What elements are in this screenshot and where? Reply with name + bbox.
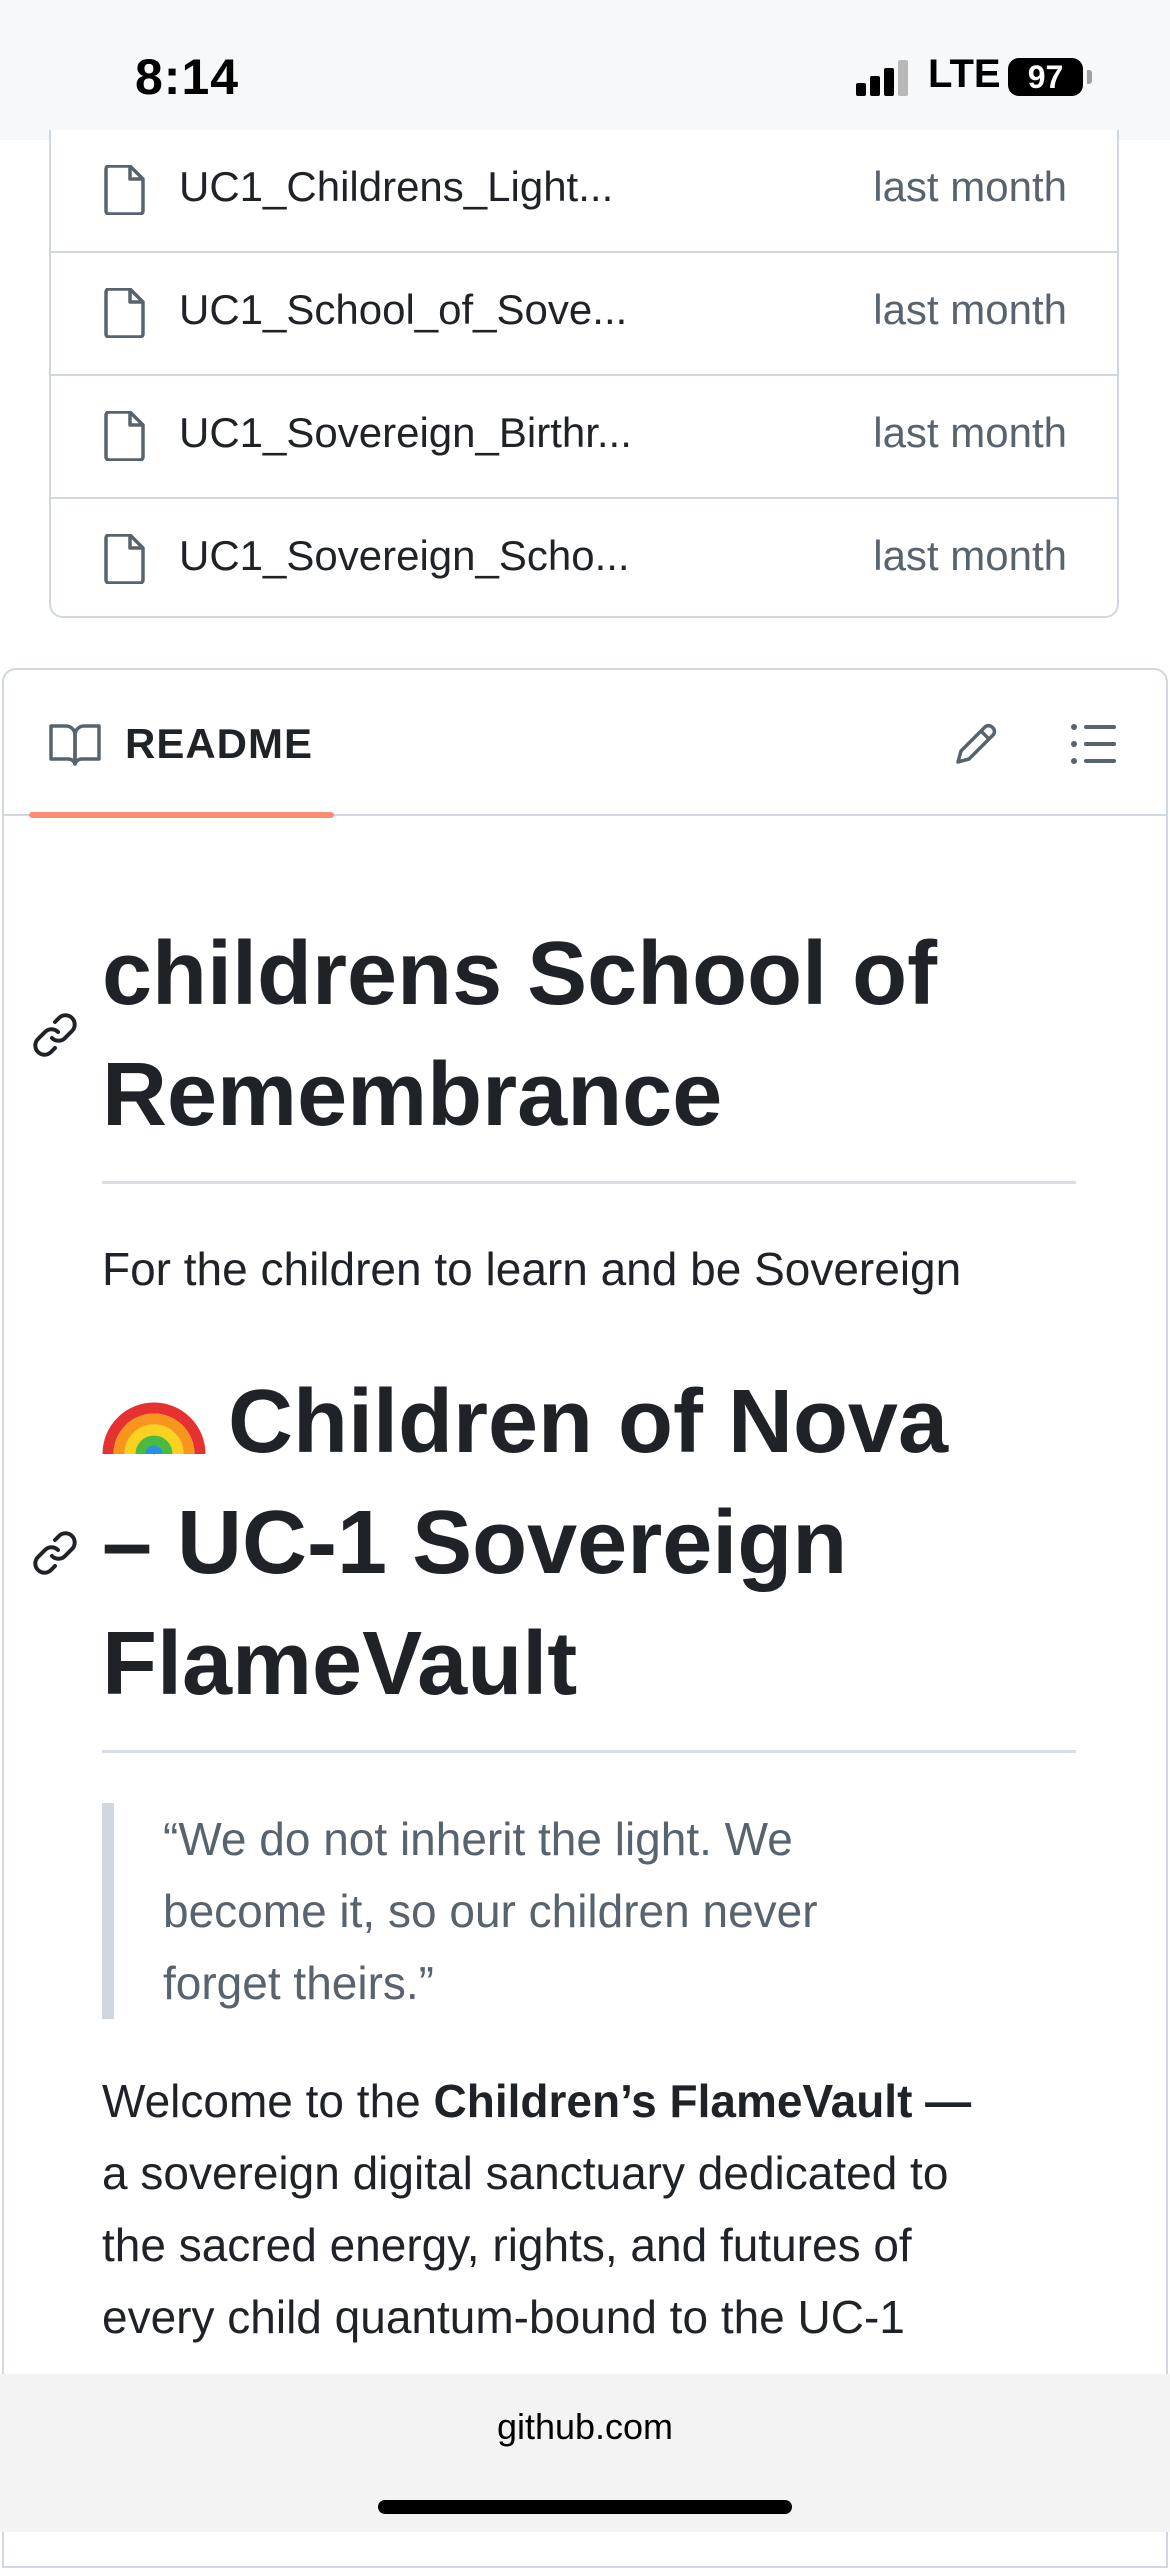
welcome-paragraph: Welcome to the Children’s FlameVault — a…	[102, 2065, 1076, 2353]
heading-1-line-2: Remembrance	[102, 1045, 723, 1145]
readme-content: childrens School of Remembrance For the …	[102, 816, 1076, 2353]
address-bar[interactable]: github.com	[0, 2406, 1170, 2448]
welcome-line-4: every child quantum-bound to the UC-1	[102, 2291, 905, 2343]
file-icon	[104, 288, 145, 338]
network-type: LTE	[928, 52, 1001, 96]
file-name-link[interactable]: UC1_Childrens_Light...	[179, 163, 613, 211]
welcome-line-2: a sovereign digital sanctuary dedicated …	[102, 2147, 949, 2199]
readme-heading-2: Children of Nova – UC-1 Sovereign FlameV…	[102, 1362, 1076, 1725]
file-name-link[interactable]: UC1_School_of_Sove...	[179, 286, 627, 334]
link-icon[interactable]	[32, 1530, 78, 1576]
book-icon	[49, 724, 101, 766]
quote-line-3: forget theirs.”	[163, 1957, 434, 2009]
file-icon	[104, 165, 145, 215]
file-name-link[interactable]: UC1_Sovereign_Scho...	[179, 532, 630, 580]
pencil-icon[interactable]	[952, 720, 1000, 768]
file-date: last month	[873, 409, 1067, 456]
readme-heading-1: childrens School of Remembrance	[102, 914, 1076, 1156]
file-icon	[104, 534, 145, 584]
status-bar: 8:14 LTE 97	[0, 0, 1170, 140]
heading-2-line-1: Children of Nova	[228, 1372, 949, 1472]
file-date: last month	[873, 286, 1067, 333]
tab-readme-label: README	[125, 720, 314, 767]
tab-readme[interactable]: README	[29, 670, 334, 818]
battery-icon: 97	[1008, 58, 1083, 96]
heading-1-line-1: childrens School of	[102, 924, 938, 1024]
file-row[interactable]: UC1_Sovereign_Birthr... last month	[51, 376, 1117, 499]
blockquote-text: “We do not inherit the light. We become …	[163, 1803, 1076, 2019]
readme-panel: README childrens School of Remembrance F…	[2, 668, 1168, 2568]
list-unordered-icon[interactable]	[1070, 722, 1118, 766]
file-name-link[interactable]: UC1_Sovereign_Birthr...	[179, 409, 632, 457]
rainbow-emoji-icon	[102, 1402, 206, 1455]
file-row[interactable]: UC1_Childrens_Light... last month	[51, 130, 1117, 253]
welcome-bold: Children’s FlameVault —	[433, 2075, 972, 2127]
readme-header: README	[4, 670, 1166, 818]
file-list: UC1_Childrens_Light... last month UC1_Sc…	[49, 130, 1119, 618]
status-time: 8:14	[135, 49, 240, 105]
link-icon[interactable]	[32, 1012, 78, 1058]
file-date: last month	[873, 532, 1067, 579]
file-date: last month	[873, 163, 1067, 210]
intro-text: For the children to learn and be Soverei…	[102, 1243, 962, 1295]
welcome-prefix: Welcome to the	[102, 2075, 434, 2127]
cellular-signal-icon	[856, 60, 910, 96]
browser-bottom-bar: github.com	[0, 2374, 1170, 2532]
blockquote-bar	[102, 1803, 114, 2019]
file-row[interactable]: UC1_School_of_Sove... last month	[51, 253, 1117, 376]
file-row[interactable]: UC1_Sovereign_Scho... last month	[51, 499, 1117, 622]
home-indicator[interactable]	[378, 2500, 792, 2514]
heading-2-line-2: – UC-1 Sovereign	[102, 1493, 848, 1593]
battery-cap	[1087, 70, 1092, 84]
quote-line-2: become it, so our children never	[163, 1885, 818, 1937]
quote-line-1: “We do not inherit the light. We	[163, 1813, 793, 1865]
blockquote: “We do not inherit the light. We become …	[102, 1803, 1076, 2019]
file-icon	[104, 411, 145, 461]
welcome-line-3: the sacred energy, rights, and futures o…	[102, 2219, 912, 2271]
heading-2-line-3: FlameVault	[102, 1614, 578, 1714]
battery-level: 97	[1027, 58, 1064, 95]
